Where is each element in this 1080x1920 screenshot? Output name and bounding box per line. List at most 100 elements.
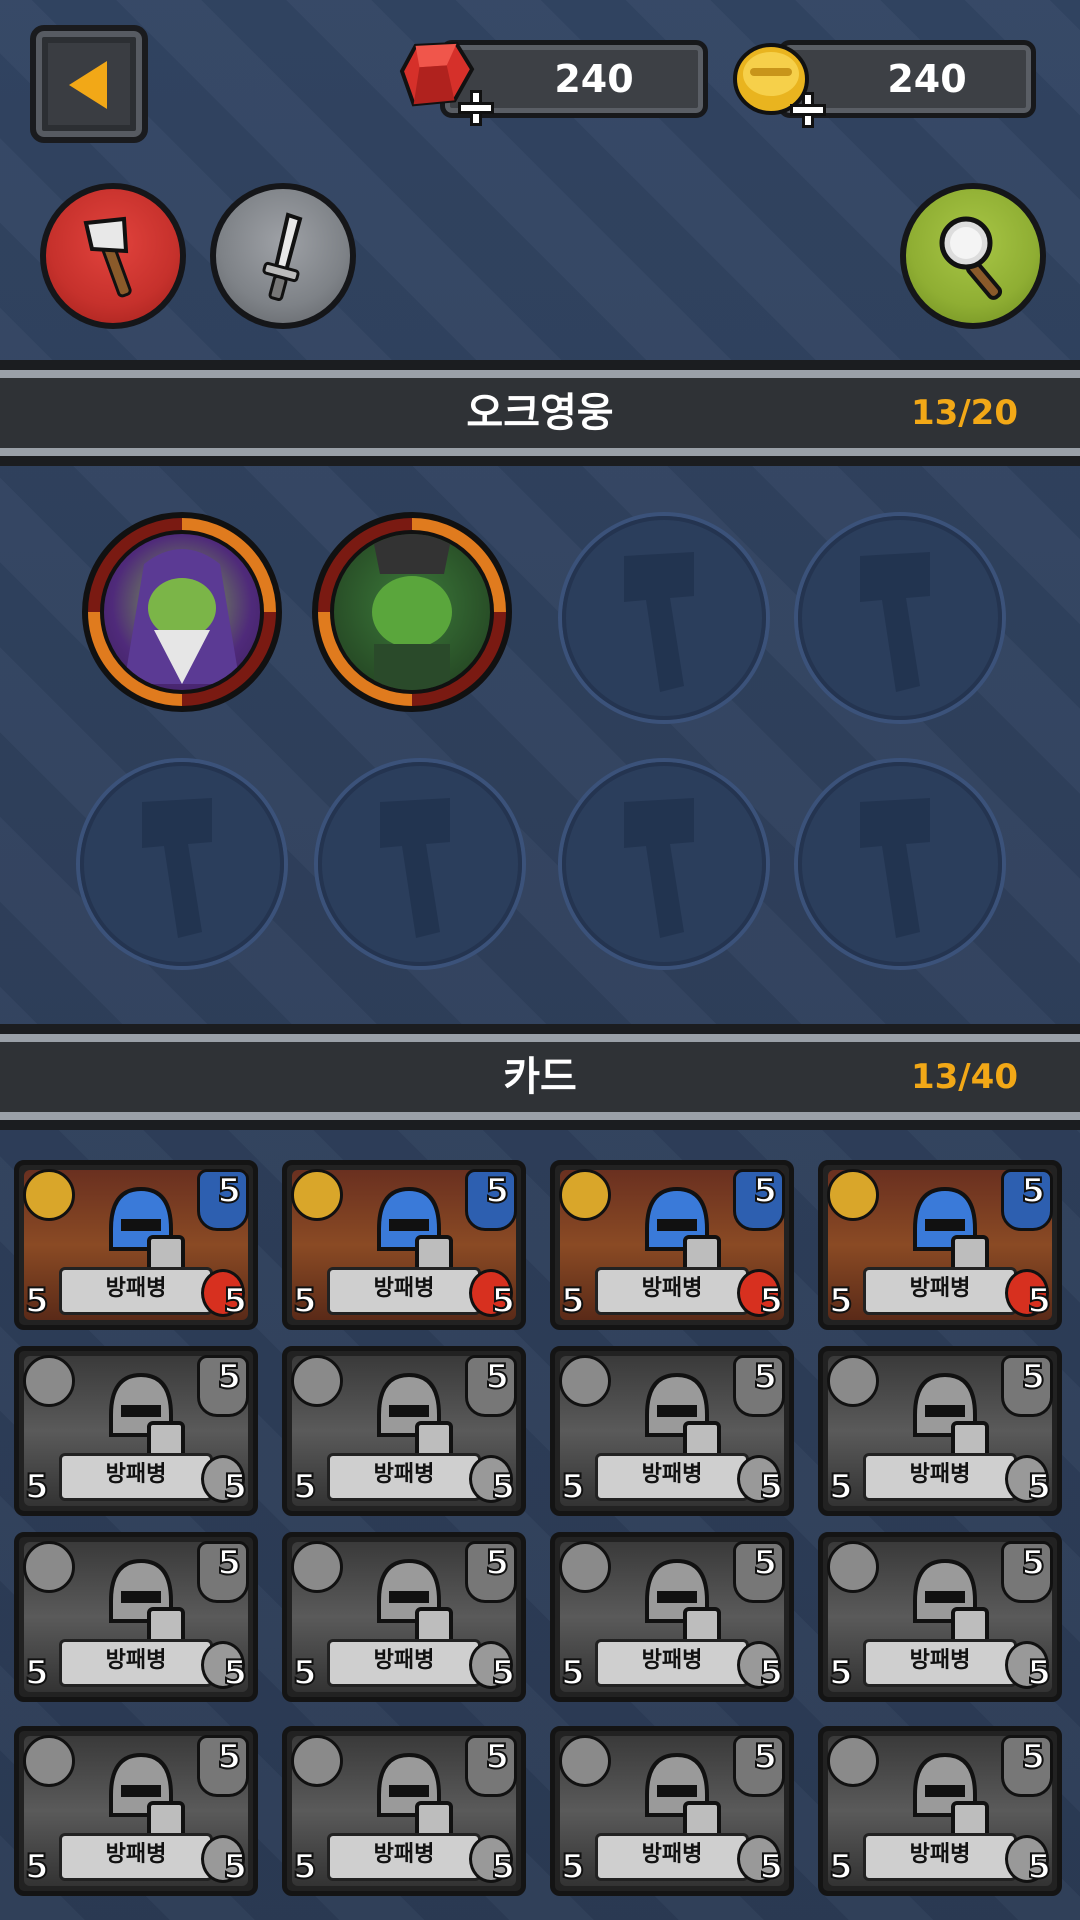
card-attack: 5: [828, 1466, 854, 1508]
unit-card[interactable]: 5 방패병 5 5: [818, 1532, 1062, 1702]
rarity-star-badge: [827, 1541, 879, 1593]
shield-knight-icon: [645, 1558, 721, 1647]
axe-icon: [83, 216, 132, 298]
unit-card[interactable]: 5 방패병 5 5: [550, 1532, 794, 1702]
card-name: 방패병: [59, 1267, 213, 1315]
shield-knight-icon: [377, 1752, 453, 1841]
rarity-star-badge: [559, 1355, 611, 1407]
unit-card[interactable]: 5 방패병 5 5: [818, 1726, 1062, 1896]
unit-card[interactable]: 5 방패병 5 5: [14, 1160, 258, 1330]
card-attack: 5: [24, 1466, 50, 1508]
hero-portrait-mohawk-orc[interactable]: [312, 512, 512, 712]
card-name: 방패병: [595, 1639, 749, 1687]
shield-knight-icon: [109, 1752, 185, 1841]
unit-card[interactable]: 5 방패병 5 5: [14, 1532, 258, 1702]
unit-card[interactable]: 5 방패병 5 5: [282, 1532, 526, 1702]
card-attack: 5: [292, 1466, 318, 1508]
card-health: 5: [1026, 1466, 1052, 1508]
shield-knight-icon: [109, 1372, 185, 1461]
shield-knight-icon: [645, 1186, 721, 1275]
unit-card[interactable]: 5 방패병 5 5: [282, 1160, 526, 1330]
back-button[interactable]: [30, 25, 148, 143]
card-health: 5: [490, 1280, 516, 1322]
card-health: 5: [1026, 1652, 1052, 1694]
card-attack: 5: [560, 1466, 586, 1508]
card-name: 방패병: [327, 1453, 481, 1501]
card-level: 5: [752, 1542, 778, 1584]
card-attack: 5: [292, 1652, 318, 1694]
card-health: 5: [490, 1846, 516, 1888]
rarity-star-badge: [559, 1169, 611, 1221]
unit-card[interactable]: 5 방패병 5 5: [282, 1726, 526, 1896]
add-gold-plus-icon[interactable]: [790, 92, 826, 128]
card-attack: 5: [560, 1846, 586, 1888]
card-name: 방패병: [59, 1453, 213, 1501]
card-health: 5: [222, 1280, 248, 1322]
card-level: 5: [484, 1170, 510, 1212]
magnifier-icon: [939, 216, 1003, 300]
card-level: 5: [752, 1170, 778, 1212]
rarity-star-badge: [23, 1735, 75, 1787]
card-health: 5: [758, 1846, 784, 1888]
cards-section-bar: 카드 13/40: [0, 1034, 1080, 1120]
shield-knight-icon: [377, 1372, 453, 1461]
shield-knight-icon: [645, 1372, 721, 1461]
empty-hero-slot[interactable]: [798, 516, 1002, 720]
card-attack: 5: [292, 1846, 318, 1888]
rarity-star-badge: [827, 1355, 879, 1407]
axe-filter-button[interactable]: [40, 183, 186, 329]
card-attack: 5: [292, 1280, 318, 1322]
card-name: 방패병: [327, 1833, 481, 1881]
unit-card[interactable]: 5 방패병 5 5: [550, 1726, 794, 1896]
shield-knight-icon: [109, 1186, 185, 1275]
card-health: 5: [222, 1652, 248, 1694]
unit-card[interactable]: 5 방패병 5 5: [818, 1346, 1062, 1516]
hooded-orc-shaman-art: [100, 530, 264, 694]
shield-knight-icon: [913, 1186, 989, 1275]
unit-card[interactable]: 5 방패병 5 5: [14, 1346, 258, 1516]
shield-knight-icon: [645, 1752, 721, 1841]
card-health: 5: [758, 1652, 784, 1694]
rarity-star-badge: [23, 1541, 75, 1593]
card-name: 방패병: [595, 1453, 749, 1501]
card-attack: 5: [828, 1652, 854, 1694]
empty-hero-slot[interactable]: [562, 516, 766, 720]
card-level: 5: [484, 1736, 510, 1778]
card-health: 5: [222, 1466, 248, 1508]
empty-hero-slot[interactable]: [80, 762, 284, 966]
unit-card[interactable]: 5 방패병 5 5: [282, 1346, 526, 1516]
search-button[interactable]: [900, 183, 1046, 329]
empty-hero-slot[interactable]: [562, 762, 766, 966]
cards-count: 13/40: [910, 1057, 1018, 1097]
unit-card[interactable]: 5 방패병 5 5: [550, 1160, 794, 1330]
axe-placeholder-icon: [624, 552, 694, 692]
card-name: 방패병: [863, 1453, 1017, 1501]
card-attack: 5: [24, 1280, 50, 1322]
card-level: 5: [1020, 1356, 1046, 1398]
rarity-star-badge: [291, 1355, 343, 1407]
axe-placeholder-icon: [624, 798, 694, 938]
unit-card[interactable]: 5 방패병 5 5: [550, 1346, 794, 1516]
card-attack: 5: [560, 1652, 586, 1694]
sword-filter-button[interactable]: [210, 183, 356, 329]
card-attack: 5: [828, 1280, 854, 1322]
card-level: 5: [216, 1356, 242, 1398]
shield-knight-icon: [377, 1186, 453, 1275]
card-health: 5: [758, 1280, 784, 1322]
axe-placeholder-icon: [860, 798, 930, 938]
hero-portrait-hooded-orc[interactable]: [82, 512, 282, 712]
card-attack: 5: [828, 1846, 854, 1888]
unit-card[interactable]: 5 방패병 5 5: [818, 1160, 1062, 1330]
empty-hero-slot[interactable]: [318, 762, 522, 966]
axe-placeholder-icon: [380, 798, 450, 938]
card-level: 5: [1020, 1736, 1046, 1778]
card-attack: 5: [24, 1846, 50, 1888]
shield-knight-icon: [913, 1558, 989, 1647]
card-health: 5: [1026, 1280, 1052, 1322]
empty-hero-slot[interactable]: [798, 762, 1002, 966]
card-name: 방패병: [863, 1639, 1017, 1687]
unit-card[interactable]: 5 방패병 5 5: [14, 1726, 258, 1896]
card-health: 5: [1026, 1846, 1052, 1888]
add-gems-plus-icon[interactable]: [458, 90, 494, 126]
card-level: 5: [216, 1542, 242, 1584]
